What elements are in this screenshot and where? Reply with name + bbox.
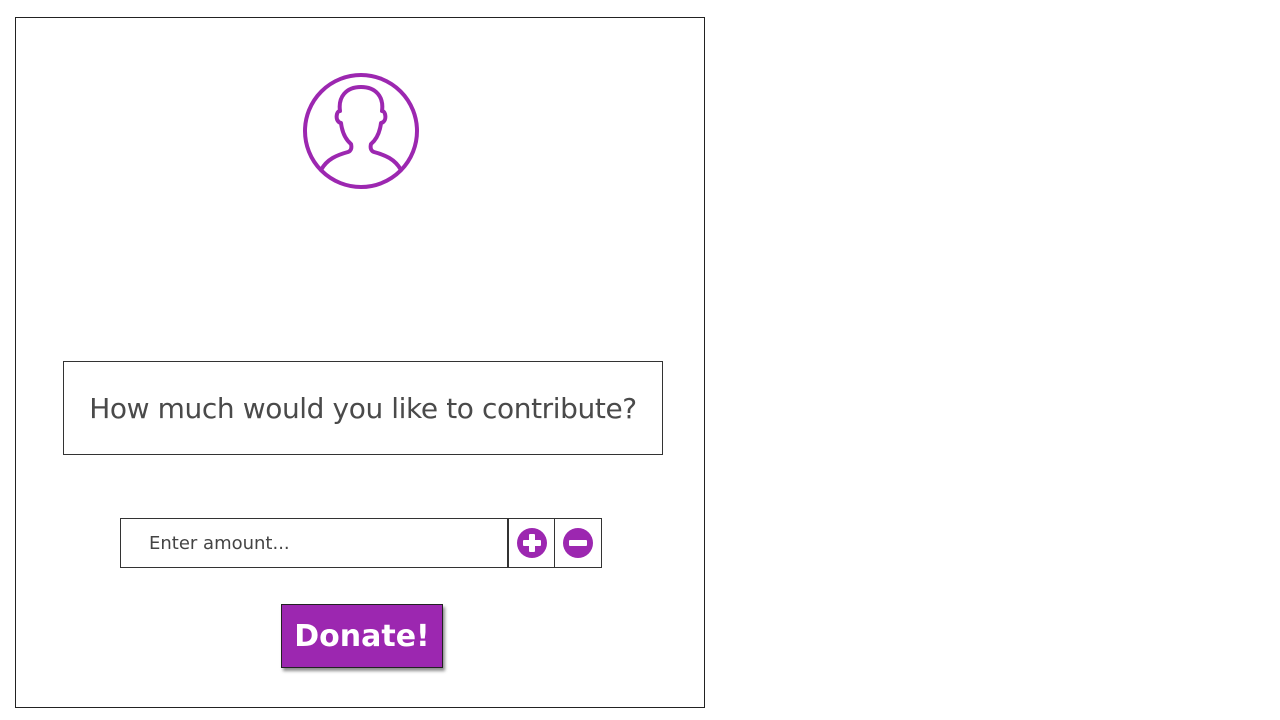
decrement-button[interactable] bbox=[555, 518, 602, 568]
minus-circle-icon bbox=[563, 528, 593, 558]
question-text: How much would you like to contribute? bbox=[89, 391, 637, 425]
increment-button[interactable] bbox=[508, 518, 555, 568]
amount-input[interactable] bbox=[120, 518, 508, 568]
donation-card: How much would you like to contribute? D… bbox=[15, 17, 705, 708]
plus-circle-icon bbox=[516, 528, 547, 558]
amount-stepper bbox=[120, 518, 602, 568]
user-avatar-icon bbox=[301, 71, 421, 191]
donate-button[interactable]: Donate! bbox=[281, 604, 443, 668]
contribution-question: How much would you like to contribute? bbox=[63, 361, 663, 455]
